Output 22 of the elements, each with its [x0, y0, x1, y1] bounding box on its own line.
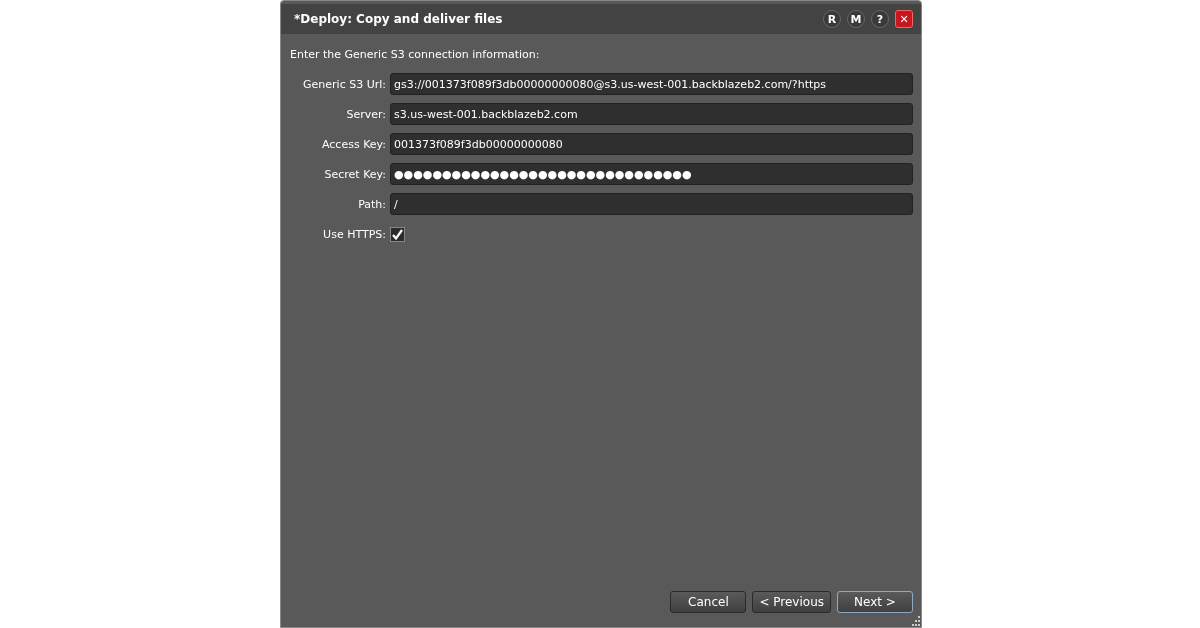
resize-grip-icon[interactable]: [910, 616, 920, 626]
field-label: Secret Key:: [323, 167, 386, 181]
field-label: Use HTTPS:: [322, 227, 386, 241]
checkbox[interactable]: [390, 226, 405, 242]
field-label: Server:: [345, 107, 386, 121]
dialog-button[interactable]: < Previous: [752, 591, 831, 613]
input-field[interactable]: ●●●●●●●●●●●●●●●●●●●●●●●●●●●●●●●: [390, 163, 913, 185]
instruction-text: Enter the Generic S3 connection information:: [290, 48, 541, 61]
window-title: *Deploy: Copy and deliver files: [294, 12, 504, 26]
input-field[interactable]: 001373f089f3db00000000080: [390, 133, 913, 155]
field-label: Access Key:: [321, 137, 386, 151]
title-bar-button[interactable]: M: [847, 10, 865, 28]
field-label: Generic S3 Url:: [302, 77, 386, 91]
dialog-button[interactable]: Cancel: [670, 591, 747, 613]
input-field[interactable]: /: [390, 193, 913, 215]
dialog-button[interactable]: Next >: [837, 591, 913, 613]
input-field[interactable]: s3.us-west-001.backblazeb2.com: [390, 103, 913, 125]
input-field[interactable]: gs3://001373f089f3db00000000080@s3.us-west-001.backblazeb2.com/?https: [390, 73, 913, 95]
title-bar-button[interactable]: ?: [871, 10, 889, 28]
close-button[interactable]: ✕: [895, 10, 913, 28]
field-label: Path:: [357, 197, 386, 211]
title-bar-button[interactable]: R: [823, 10, 841, 28]
